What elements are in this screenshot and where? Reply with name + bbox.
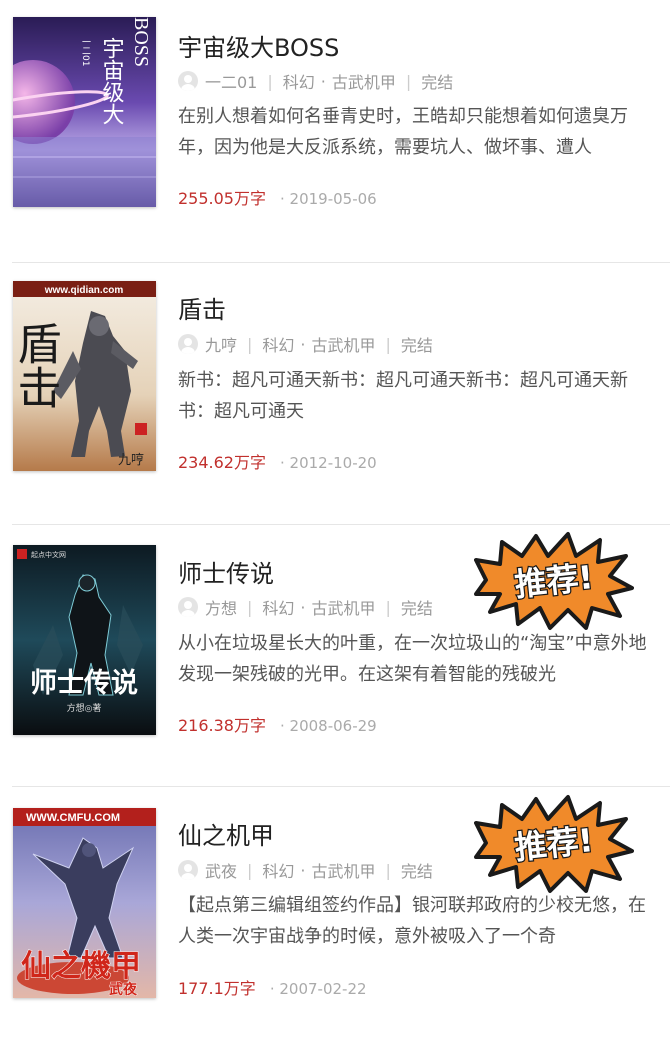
separator: | <box>247 860 253 880</box>
cover-title-latin: BOSS <box>130 17 152 67</box>
cover-url: WWW.CMFU.COM <box>26 812 120 824</box>
update-date: 2008-06-29 <box>289 717 377 735</box>
category[interactable]: 科幻 <box>262 595 294 619</box>
separator: | <box>247 597 253 617</box>
cover-author: 方想◎著 <box>67 702 102 714</box>
subcategory[interactable]: 古武机甲 <box>332 69 396 93</box>
list-item[interactable]: BOSS 宇宙级大 一二01 宇宙级大BOSS 一二01 | 科幻 · 古武机甲… <box>0 0 670 262</box>
book-cover[interactable]: BOSS 宇宙级大 一二01 <box>13 17 156 207</box>
recommend-badge: 推荐! <box>474 793 634 895</box>
subcategory[interactable]: 古武机甲 <box>312 332 376 356</box>
word-count: 177.1万字 <box>178 979 256 998</box>
list-item[interactable]: 起点中文网 师士传说 方想◎著 师士传说 方想 | 科幻 · 古武机甲 | 完结… <box>0 524 670 786</box>
word-count: 216.38万字 <box>178 716 266 735</box>
book-title[interactable]: 师士传说 <box>178 554 274 589</box>
recommend-badge: 推荐! <box>474 530 634 632</box>
author-avatar-icon <box>178 860 198 880</box>
dot-separator: · <box>300 334 306 354</box>
book-title[interactable]: 宇宙级大BOSS <box>178 28 339 63</box>
separator: | <box>385 860 391 880</box>
date-dot: · <box>269 980 280 998</box>
category[interactable]: 科幻 <box>283 69 315 93</box>
separator: | <box>267 71 273 91</box>
book-meta: 方想 | 科幻 · 古武机甲 | 完结 <box>178 595 433 619</box>
dot-separator: · <box>300 860 306 880</box>
date-dot: · <box>280 717 290 735</box>
book-footer: 255.05万字 · 2019-05-06 <box>178 185 377 209</box>
word-count: 255.05万字 <box>178 189 266 208</box>
author-avatar-icon <box>178 334 198 354</box>
category[interactable]: 科幻 <box>262 858 294 882</box>
cover-author: 九哼 <box>118 452 144 468</box>
author-name[interactable]: 九哼 <box>205 332 237 356</box>
update-date: 2012-10-20 <box>289 454 377 472</box>
cover-url: www.qidian.com <box>44 285 124 296</box>
book-cover[interactable]: WWW.CMFU.COM 仙之機甲 武夜 <box>13 808 156 998</box>
author-name[interactable]: 方想 <box>205 595 237 619</box>
separator: | <box>405 71 412 91</box>
book-footer: 216.38万字 · 2008-06-29 <box>178 712 377 736</box>
book-description: 新书：超凡可通天新书：超凡可通天新书：超凡可通天新书：超凡可通天 <box>178 370 628 422</box>
status: 完结 <box>400 862 433 881</box>
cover-title: 宇宙级大 <box>99 37 125 125</box>
book-cover[interactable]: 起点中文网 师士传说 方想◎著 <box>13 545 156 735</box>
category[interactable]: 科幻 <box>262 332 294 356</box>
subcategory[interactable]: 古武机甲 <box>312 858 376 882</box>
book-description: 【起点第三编辑组签约作品】银河联邦政府的少校无悠，在人类一次宇宙战争的时候，意外… <box>178 895 646 947</box>
cover-title: 师士传说 <box>30 668 138 699</box>
status: 完结 <box>400 599 433 618</box>
book-list: BOSS 宇宙级大 一二01 宇宙级大BOSS 一二01 | 科幻 · 古武机甲… <box>0 0 670 1048</box>
author-avatar-icon <box>178 597 198 617</box>
book-title[interactable]: 仙之机甲 <box>178 816 274 851</box>
date-dot: · <box>280 190 290 208</box>
author-name[interactable]: 一二01 <box>205 69 257 93</box>
book-description: 从小在垃圾星长大的叶重，在一次垃圾山的“淘宝”中意外地发现一架残破的光甲。在这架… <box>178 633 647 685</box>
list-item[interactable]: WWW.CMFU.COM 仙之機甲 武夜 仙之机甲 武夜 | 科幻 · 古武机甲… <box>0 786 670 1048</box>
list-item[interactable]: www.qidian.com 盾击 九哼 盾击 九哼 | 科幻 · 古武机甲 |… <box>0 262 670 524</box>
dot-separator: · <box>320 71 326 91</box>
separator: | <box>247 334 253 354</box>
cover-publisher: 起点中文网 <box>31 550 66 559</box>
dot-separator: · <box>300 597 306 617</box>
separator: | <box>385 597 391 617</box>
book-cover[interactable]: www.qidian.com 盾击 九哼 <box>13 281 156 471</box>
author-avatar-icon <box>178 71 198 91</box>
update-date: 2019-05-06 <box>289 190 377 208</box>
cover-author: 武夜 <box>109 981 138 998</box>
cover-author: 一二01 <box>80 37 91 66</box>
book-description: 在别人想着如何名垂青史时，王皓却只能想着如何遗臭万年，因为他是大反派系统，需要坑… <box>178 106 628 158</box>
author-name[interactable]: 武夜 <box>205 858 237 882</box>
update-date: 2007-02-22 <box>279 980 367 998</box>
separator: | <box>385 334 391 354</box>
word-count: 234.62万字 <box>178 453 266 472</box>
book-footer: 234.62万字 · 2012-10-20 <box>178 449 377 473</box>
status: 完结 <box>400 336 433 355</box>
book-meta: 一二01 | 科幻 · 古武机甲 | 完结 <box>178 69 453 93</box>
cover-title: 盾击 <box>13 321 61 409</box>
book-meta: 武夜 | 科幻 · 古武机甲 | 完结 <box>178 858 433 882</box>
book-meta: 九哼 | 科幻 · 古武机甲 | 完结 <box>178 332 433 356</box>
book-footer: 177.1万字 · 2007-02-22 <box>178 975 367 999</box>
book-title[interactable]: 盾击 <box>178 290 226 325</box>
cover-title: 仙之機甲 <box>21 949 141 984</box>
date-dot: · <box>280 454 290 472</box>
status: 完结 <box>421 73 454 92</box>
subcategory[interactable]: 古武机甲 <box>312 595 376 619</box>
